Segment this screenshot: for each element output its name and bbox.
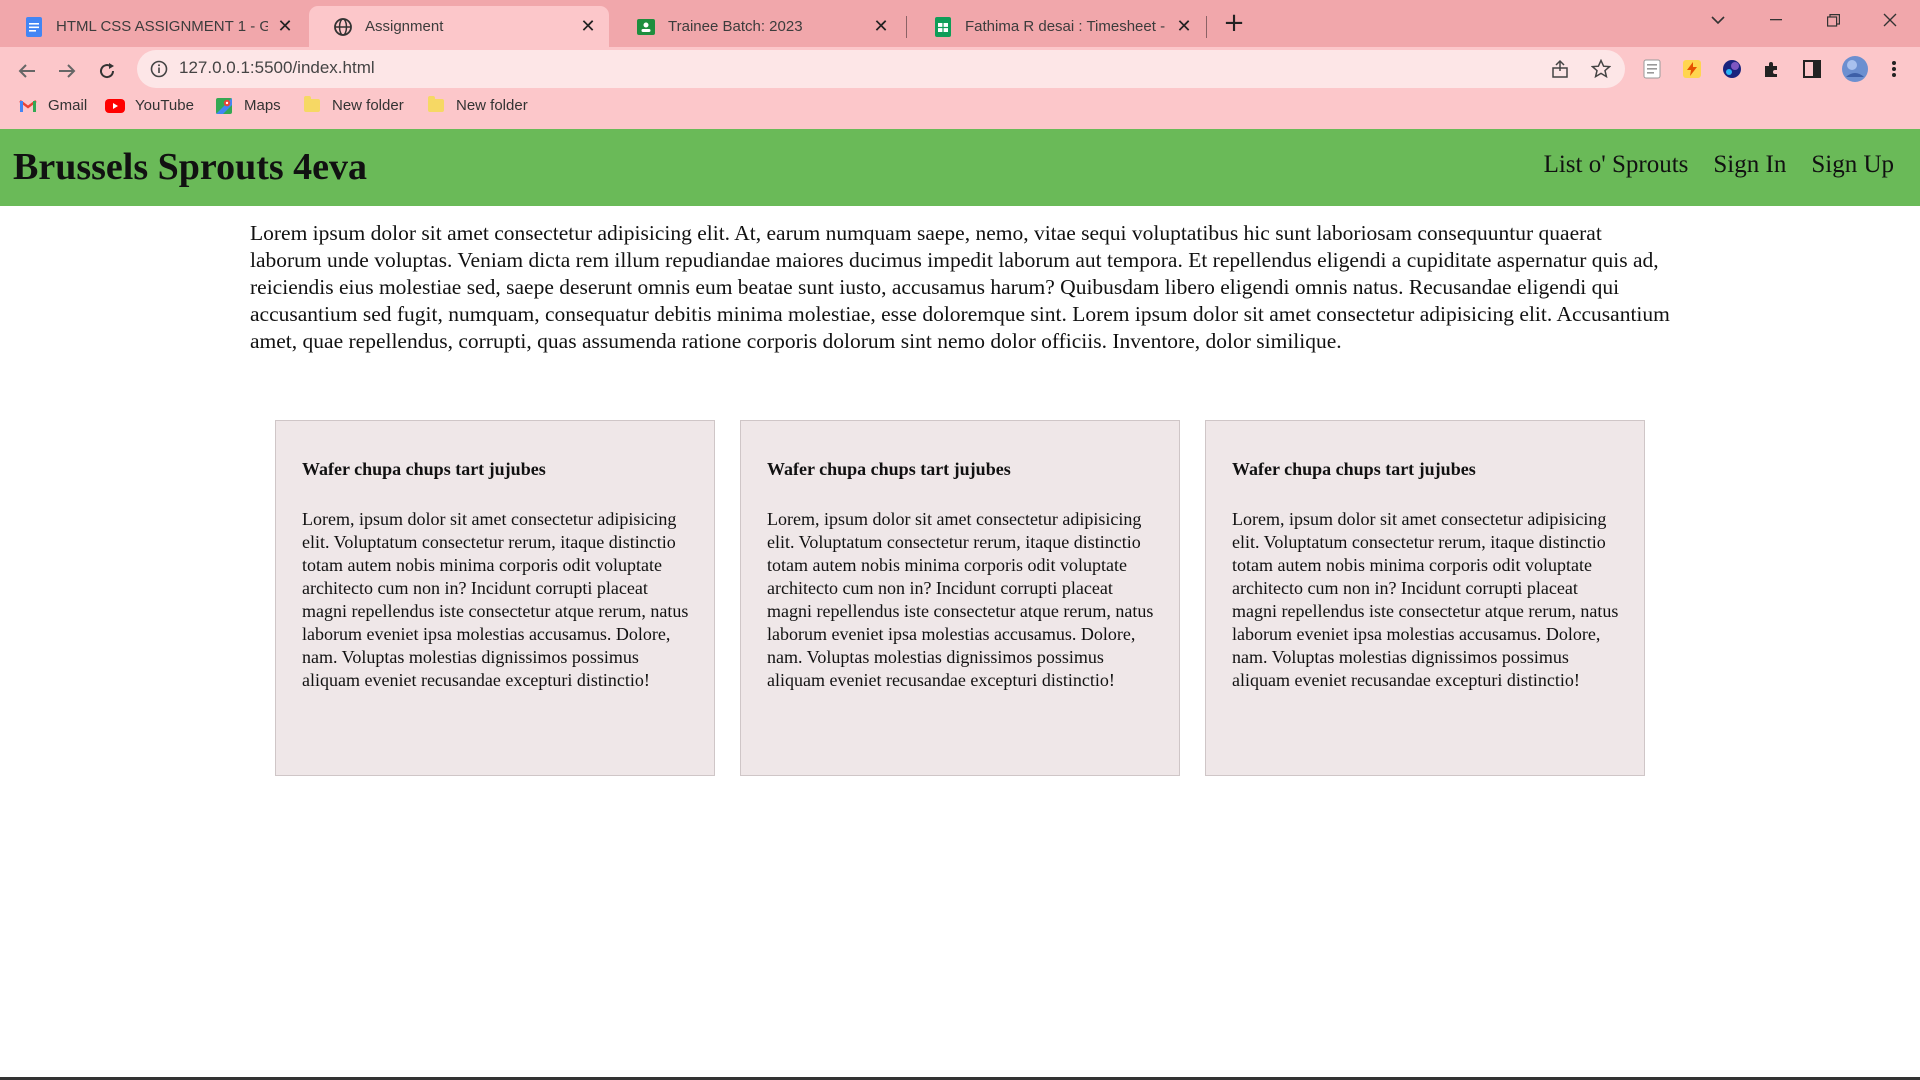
- forward-arrow-icon: [59, 64, 76, 78]
- reload-button[interactable]: [89, 53, 125, 89]
- back-button[interactable]: [9, 53, 45, 89]
- new-tab-button[interactable]: +: [1219, 8, 1249, 38]
- google-docs-icon: [24, 16, 44, 37]
- bookmark-label: YouTube: [135, 97, 194, 114]
- bookmark-label: New folder: [456, 97, 528, 114]
- more-vert-icon[interactable]: [1883, 58, 1905, 80]
- card-body: Lorem, ipsum dolor sit amet consectetur …: [302, 509, 689, 690]
- bookmark-label: Gmail: [48, 97, 88, 114]
- close-icon[interactable]: ✕: [577, 16, 599, 38]
- nav-link-list-o-sprouts[interactable]: List o' Sprouts: [1544, 151, 1689, 179]
- bookmark-label: New folder: [332, 97, 404, 114]
- youtube-icon: [105, 98, 125, 114]
- card-body: Lorem, ipsum dolor sit amet consectetur …: [767, 509, 1154, 690]
- share-icon[interactable]: [1551, 59, 1571, 79]
- site-title: Brussels Sprouts 4eva: [13, 146, 368, 188]
- back-arrow-icon: [18, 64, 35, 78]
- tab-separator: [906, 16, 907, 38]
- card: Wafer chupa chups tart jujubes Lorem, ip…: [1205, 420, 1645, 776]
- tab-title: Assignment: [365, 18, 444, 35]
- intro-paragraph: Lorem ipsum dolor sit amet consectetur a…: [250, 221, 1670, 353]
- close-icon[interactable]: ✕: [274, 16, 296, 38]
- bookmark-gmail[interactable]: Gmail: [18, 97, 87, 114]
- tab-html-css-assignment[interactable]: HTML CSS ASSIGNMENT 1 - Goo ✕: [0, 6, 306, 47]
- tab-search-button[interactable]: [1690, 0, 1746, 40]
- bookmarks-bar: Gmail YouTube Maps New folder New folder: [0, 91, 1920, 127]
- card-body: Lorem, ipsum dolor sit amet consectetur …: [1232, 509, 1619, 690]
- card: Wafer chupa chups tart jujubes Lorem, ip…: [275, 420, 715, 776]
- tab-timesheet[interactable]: Fathima R desai : Timesheet - Go ✕: [909, 6, 1205, 47]
- bookmark-label: Maps: [244, 97, 281, 114]
- extensions-puzzle-icon[interactable]: [1761, 58, 1783, 80]
- google-sheets-icon: [933, 16, 953, 37]
- bookmark-folder[interactable]: New folder: [426, 96, 528, 114]
- tab-trainee-batch[interactable]: Trainee Batch: 2023 ✕: [612, 6, 902, 47]
- tab-assignment[interactable]: Assignment ✕: [309, 6, 609, 47]
- gmail-icon: [18, 98, 38, 114]
- url-text: 127.0.0.1:5500/index.html: [179, 58, 375, 77]
- star-icon[interactable]: [1591, 59, 1611, 79]
- forward-button[interactable]: [49, 53, 85, 89]
- address-bar[interactable]: 127.0.0.1:5500/index.html: [137, 50, 1625, 88]
- restore-button[interactable]: [1805, 0, 1861, 40]
- maps-icon: [214, 97, 234, 114]
- restore-icon: [1826, 13, 1840, 27]
- extension-color-picker-icon[interactable]: [1721, 58, 1743, 80]
- folder-icon: [426, 96, 446, 114]
- card-heading: Wafer chupa chups tart jujubes: [302, 459, 546, 479]
- site-nav: List o' Sprouts Sign In Sign Up: [1544, 151, 1894, 179]
- bookmark-maps[interactable]: Maps: [214, 97, 281, 114]
- side-panel-icon[interactable]: [1801, 58, 1823, 80]
- minimize-icon: [1770, 19, 1782, 21]
- close-icon[interactable]: ✕: [870, 16, 892, 38]
- site-info-icon[interactable]: [149, 59, 169, 79]
- nav-link-sign-in[interactable]: Sign In: [1713, 151, 1786, 179]
- close-window-button[interactable]: [1862, 0, 1918, 40]
- card: Wafer chupa chups tart jujubes Lorem, ip…: [740, 420, 1180, 776]
- bookmark-folder[interactable]: New folder: [302, 96, 404, 114]
- globe-icon: [333, 17, 353, 37]
- close-icon: [1883, 13, 1897, 27]
- google-classroom-icon: [636, 17, 656, 37]
- browser-tab-strip: HTML CSS ASSIGNMENT 1 - Goo ✕ Assignment…: [0, 0, 1920, 47]
- tab-title: Fathima R desai : Timesheet - Go: [965, 18, 1167, 35]
- close-icon[interactable]: ✕: [1173, 16, 1195, 38]
- minimize-button[interactable]: [1748, 0, 1804, 40]
- bookmark-youtube[interactable]: YouTube: [105, 97, 194, 114]
- tab-title: HTML CSS ASSIGNMENT 1 - Goo: [56, 18, 268, 35]
- reload-icon: [100, 63, 115, 79]
- browser-toolbar: 127.0.0.1:5500/index.html Gmail YouTube …: [0, 47, 1920, 130]
- extension-notes-icon[interactable]: [1641, 58, 1663, 80]
- tab-separator: [1206, 16, 1207, 38]
- folder-icon: [302, 96, 322, 114]
- profile-avatar-icon[interactable]: [1841, 55, 1869, 83]
- card-heading: Wafer chupa chups tart jujubes: [767, 459, 1011, 479]
- chevron-down-icon: [1711, 15, 1725, 24]
- nav-link-sign-up[interactable]: Sign Up: [1811, 151, 1894, 179]
- tab-title: Trainee Batch: 2023: [668, 18, 803, 35]
- site-header: Brussels Sprouts 4eva List o' Sprouts Si…: [0, 129, 1920, 206]
- extension-lightning-icon[interactable]: [1681, 58, 1703, 80]
- card-heading: Wafer chupa chups tart jujubes: [1232, 459, 1476, 479]
